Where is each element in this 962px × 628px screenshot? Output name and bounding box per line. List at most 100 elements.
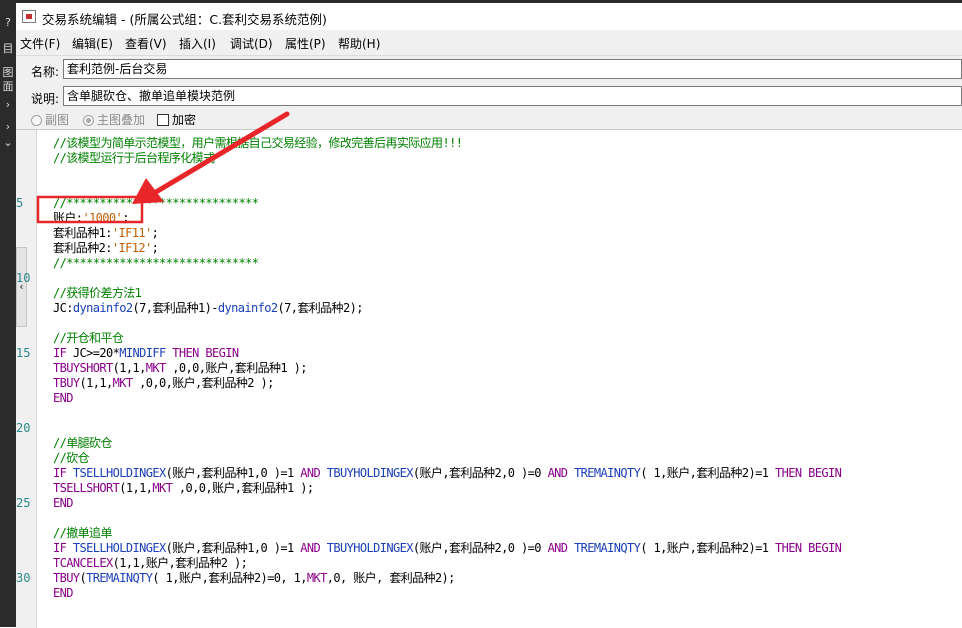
code-token: MKT bbox=[112, 376, 133, 390]
description-label: 说明: bbox=[31, 92, 60, 106]
code-line[interactable]: END bbox=[53, 391, 73, 406]
code-line[interactable]: //该模型运行于后台程序化模式 bbox=[53, 151, 215, 166]
radio-icon[interactable] bbox=[31, 115, 42, 126]
code-token: 'IF12' bbox=[111, 241, 152, 255]
code-line[interactable]: //获得价差方法1 bbox=[53, 286, 142, 301]
panel-icon[interactable]: 目 bbox=[0, 40, 16, 58]
line-number: 10 bbox=[16, 271, 31, 285]
code-editor[interactable]: ‹ 5 10 15 20 25 30 //该模型为简单示范模型，用户需根据自己交易经验，修… bbox=[16, 129, 962, 628]
code-token: TSELLSHORT bbox=[53, 481, 120, 495]
code-token: TBUYHOLDINGEX bbox=[326, 466, 414, 480]
chevron-down-icon[interactable]: ⌄ bbox=[0, 134, 16, 152]
code-token: AND bbox=[547, 541, 568, 555]
code-token: ; bbox=[122, 211, 129, 225]
code-token: TBUY bbox=[53, 376, 80, 390]
code-token: END bbox=[53, 586, 73, 600]
code-token: MINDIFF bbox=[119, 346, 166, 360]
code-token: (1,1, bbox=[112, 361, 147, 375]
window-title: 交易系统编辑 - (所属公式组：C.套利交易系统范例) bbox=[42, 12, 327, 27]
checkbox-icon[interactable] bbox=[157, 114, 169, 126]
code-token: (1,1, bbox=[79, 376, 114, 390]
code-line[interactable]: 套利品种1:'IF11'; bbox=[53, 226, 159, 241]
code-line[interactable]: TBUY(TREMAINQTY( 1,账户,套利品种2)=0, 1,MKT,0,… bbox=[53, 571, 455, 586]
encrypt-option[interactable]: 加密 bbox=[157, 112, 196, 128]
code-token: ,0,0,账户,套利品种2 ); bbox=[132, 376, 274, 390]
menu-insert[interactable]: 插入(I) bbox=[179, 34, 216, 54]
code-token: (1,1,账户,套利品种2 ); bbox=[112, 556, 248, 570]
name-label: 名称: bbox=[31, 65, 60, 79]
main-overlay-option[interactable]: 主图叠加 bbox=[83, 112, 145, 128]
help-icon[interactable]: ? bbox=[0, 14, 16, 32]
main-overlay-label: 主图叠加 bbox=[97, 113, 146, 127]
menu-view[interactable]: 查看(V) bbox=[125, 34, 167, 54]
line-number: 25 bbox=[16, 496, 31, 510]
encrypt-label: 加密 bbox=[172, 113, 197, 127]
code-token: AND bbox=[547, 466, 568, 480]
code-line[interactable]: //该模型为简单示范模型，用户需根据自己交易经验，修改完善后再实际应用!!! bbox=[53, 136, 463, 151]
code-token: 账户: bbox=[53, 211, 83, 225]
code-token: ,0,0,账户,套利品种1 ); bbox=[165, 361, 307, 375]
menu-divider bbox=[16, 55, 962, 56]
expand-arrow-icon[interactable]: › bbox=[0, 96, 16, 114]
code-line[interactable]: //开仓和平仓 bbox=[53, 331, 124, 346]
code-token: THEN BEGIN bbox=[774, 541, 842, 555]
code-line[interactable]: 套利品种2:'IF12'; bbox=[53, 241, 159, 256]
code-token: 'IF11' bbox=[111, 226, 152, 240]
code-line[interactable]: IF JC>=20*MINDIFF THEN BEGIN bbox=[53, 346, 239, 361]
line-number: 20 bbox=[16, 421, 31, 435]
code-token: JC: bbox=[53, 301, 73, 315]
host-sidebar: ? 目 图 面 › › ⌄ bbox=[0, 0, 16, 627]
host-label-mian: 面 bbox=[2, 80, 14, 93]
code-token: JC>=20* bbox=[66, 346, 120, 360]
code-line[interactable]: TCANCELEX(1,1,账户,套利品种2 ); bbox=[53, 556, 248, 571]
code-token: //撤单追单 bbox=[53, 526, 112, 540]
title-bar: 交易系统编辑 - (所属公式组：C.套利交易系统范例) bbox=[16, 3, 962, 30]
name-field[interactable]: 套利范例-后台交易 bbox=[63, 59, 962, 79]
code-line[interactable]: //***************************** bbox=[53, 256, 259, 271]
line-number: 15 bbox=[16, 346, 31, 360]
menu-edit[interactable]: 编辑(E) bbox=[72, 34, 113, 54]
code-token: END bbox=[53, 496, 73, 510]
code-token: TBUY bbox=[53, 571, 80, 585]
code-token: dynainfo2 bbox=[72, 301, 133, 315]
code-token: TBUYSHORT bbox=[53, 361, 113, 375]
code-line[interactable]: JC:dynainfo2(7,套利品种1)-dynainfo2(7,套利品种2)… bbox=[53, 301, 363, 316]
sub-chart-option[interactable]: 副图 bbox=[31, 112, 69, 128]
code-line[interactable]: TBUY(1,1,MKT ,0,0,账户,套利品种2 ); bbox=[53, 376, 274, 391]
code-line[interactable]: //***************************** bbox=[53, 196, 259, 211]
code-line[interactable]: TBUYSHORT(1,1,MKT ,0,0,账户,套利品种1 ); bbox=[53, 361, 308, 376]
code-token: (账户,套利品种1,0 )=1 bbox=[165, 541, 301, 555]
radio-selected-icon[interactable] bbox=[83, 115, 94, 126]
code-token: TREMAINQTY bbox=[574, 541, 641, 555]
code-token: //单腿砍仓 bbox=[53, 436, 112, 450]
code-token: ( 1,账户,套利品种2)=1 bbox=[640, 466, 775, 480]
code-token: (账户,套利品种1,0 )=1 bbox=[165, 466, 301, 480]
menu-properties[interactable]: 属性(P) bbox=[285, 34, 326, 54]
code-line[interactable]: //砍仓 bbox=[53, 451, 90, 466]
code-token: //砍仓 bbox=[53, 451, 90, 465]
code-line[interactable]: //撤单追单 bbox=[53, 526, 112, 541]
code-token: ,0,0,账户,套利品种1 ); bbox=[172, 481, 314, 495]
code-token: (7,套利品种2); bbox=[277, 301, 363, 315]
description-field[interactable]: 含单腿砍仓、撤单追单模块范例 bbox=[63, 86, 962, 106]
code-line[interactable]: END bbox=[53, 586, 73, 601]
code-line[interactable]: IF TSELLHOLDINGEX(账户,套利品种1,0 )=1 AND TBU… bbox=[53, 541, 842, 556]
code-token: (账户,套利品种2,0 )=0 bbox=[412, 541, 548, 555]
code-line[interactable]: TSELLSHORT(1,1,MKT ,0,0,账户,套利品种1 ); bbox=[53, 481, 314, 496]
code-line[interactable]: 账户:'1000'; bbox=[53, 211, 129, 226]
menu-help[interactable]: 帮助(H) bbox=[338, 34, 380, 54]
menu-file[interactable]: 文件(F) bbox=[20, 34, 60, 54]
code-line[interactable]: IF TSELLHOLDINGEX(账户,套利品种1,0 )=1 AND TBU… bbox=[53, 466, 842, 481]
code-token: TBUYHOLDINGEX bbox=[326, 541, 414, 555]
code-token: IF bbox=[53, 466, 67, 480]
code-line[interactable]: //单腿砍仓 bbox=[53, 436, 112, 451]
code-token: //该模型运行于后台程序化模式 bbox=[53, 151, 215, 165]
line-number: 5 bbox=[16, 196, 24, 210]
code-token: 套利品种2: bbox=[53, 241, 112, 255]
menu-debug[interactable]: 调试(D) bbox=[230, 34, 273, 54]
collapse-panel-button[interactable]: ‹ bbox=[16, 247, 27, 327]
code-line[interactable]: END bbox=[53, 496, 73, 511]
code-token: (7,套利品种1)- bbox=[132, 301, 219, 315]
